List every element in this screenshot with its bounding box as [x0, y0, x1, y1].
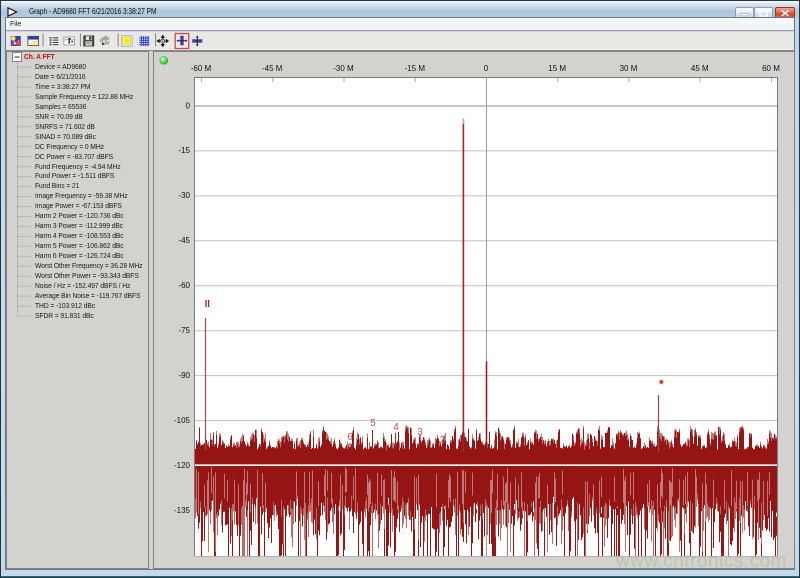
svg-text:-45 M: -45 M — [262, 64, 283, 73]
svg-text:2: 2 — [440, 435, 446, 446]
svg-text:60 M: 60 M — [762, 64, 780, 73]
svg-text:-60: -60 — [178, 281, 190, 290]
svg-text:-120: -120 — [174, 461, 191, 470]
svg-text:15 M: 15 M — [548, 64, 566, 73]
svg-text:-60 M: -60 M — [191, 64, 212, 73]
svg-text:-15 M: -15 M — [405, 64, 426, 73]
svg-text:-45: -45 — [178, 236, 190, 245]
svg-text:-30 M: -30 M — [333, 64, 354, 73]
svg-text:4: 4 — [393, 422, 399, 433]
svg-text:-30: -30 — [178, 191, 190, 200]
svg-text:5: 5 — [370, 418, 376, 429]
svg-text:-75: -75 — [178, 326, 190, 335]
svg-text:0: 0 — [186, 101, 191, 110]
svg-text:-90: -90 — [178, 371, 190, 380]
svg-text:3: 3 — [417, 427, 423, 438]
svg-text:-105: -105 — [174, 416, 191, 425]
svg-text:6: 6 — [347, 432, 353, 443]
svg-text:45 M: 45 M — [691, 64, 709, 73]
svg-text:-15: -15 — [178, 146, 190, 155]
svg-text:-135: -135 — [174, 506, 191, 515]
svg-text:0: 0 — [484, 64, 489, 73]
svg-text:30 M: 30 M — [620, 64, 638, 73]
